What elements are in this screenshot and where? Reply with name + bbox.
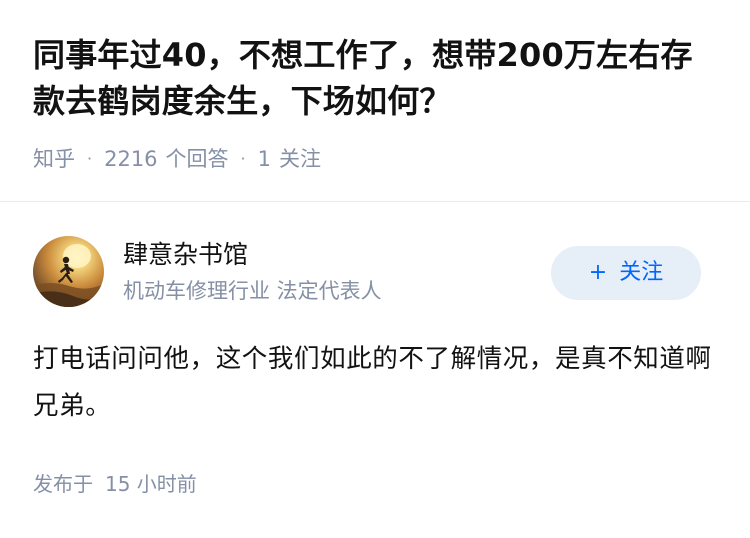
meta-separator: · — [87, 149, 93, 168]
answer-count: 2216 — [104, 147, 158, 171]
question-title[interactable]: 同事年过40，不想工作了，想带200万左右存款去鹤岗度余生，下场如何？ — [33, 32, 710, 124]
avatar[interactable] — [33, 236, 104, 307]
follow-button[interactable]: + 关注 — [551, 246, 701, 300]
author-headline: 机动车修理行业 法定代表人 — [123, 279, 382, 303]
follow-button-label: 关注 — [619, 260, 664, 285]
section-divider — [0, 201, 750, 202]
question-meta: 知乎 · 2216 个回答 · 1 关注 — [33, 145, 321, 173]
answer-time: 发布于 15 小时前 — [33, 470, 197, 498]
answer-time-value: 15 小时前 — [105, 472, 197, 496]
answer-content: 打电话问问他，这个我们如此的不了解情况，是真不知道啊兄弟。 — [33, 344, 712, 421]
source-link[interactable]: 知乎 — [33, 147, 75, 171]
plus-icon: + — [588, 260, 608, 285]
follower-count: 1 — [257, 147, 272, 171]
answer-time-label: 发布于 — [33, 472, 93, 496]
answer-count-link[interactable]: 2216 个回答 — [104, 147, 228, 171]
follower-count-label: 关注 — [279, 147, 322, 171]
meta-separator: · — [240, 149, 246, 168]
follower-count-link[interactable]: 1 关注 — [258, 147, 321, 171]
runner-sunset-avatar-icon — [33, 244, 104, 307]
author-row: 肆意杂书馆 机动车修理行业 法定代表人 + 关注 — [33, 236, 717, 310]
author-name[interactable]: 肆意杂书馆 — [123, 238, 248, 272]
answer-count-label: 个回答 — [165, 147, 229, 171]
